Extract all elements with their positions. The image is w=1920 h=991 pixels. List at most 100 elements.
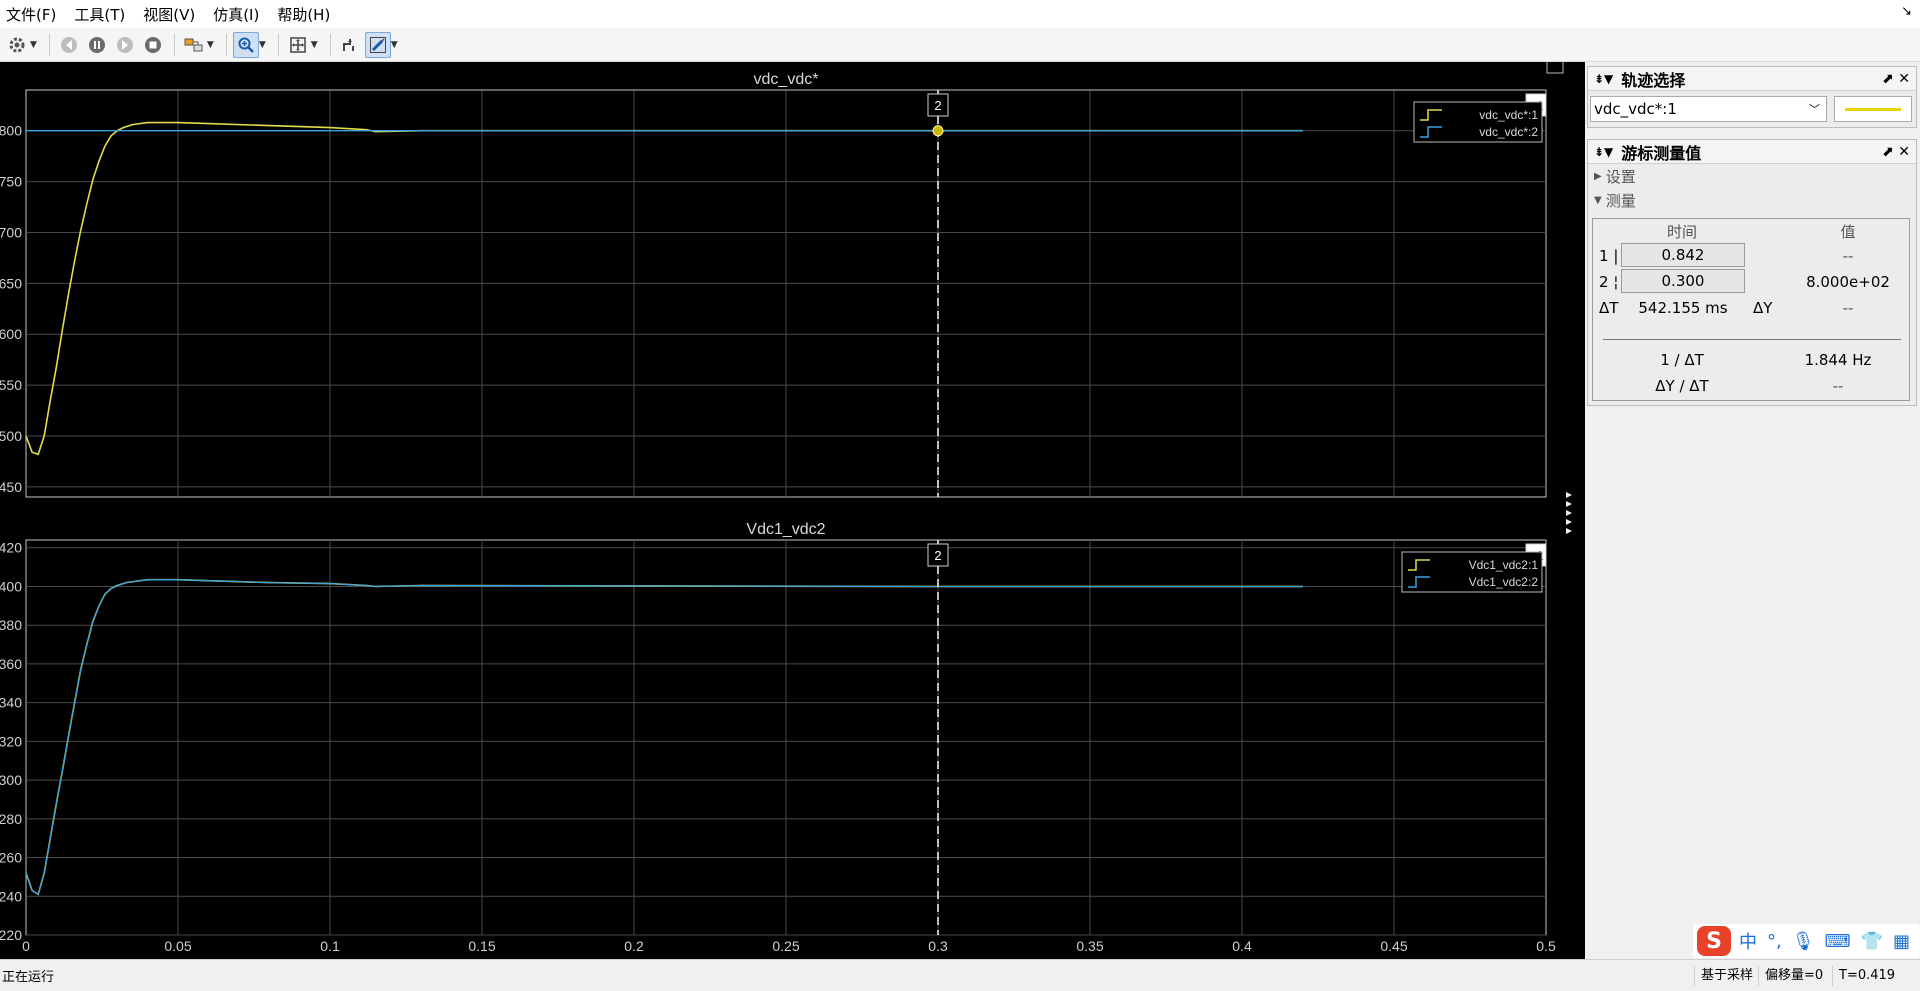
pin-collapse-icon[interactable]: ⇟▼ bbox=[1594, 72, 1613, 86]
x-tick-label: 0 bbox=[22, 938, 30, 954]
toolbar: ▼ ▼ ▼ ▼ ▼ bbox=[0, 28, 1920, 62]
keyboard-icon[interactable]: ⌨ bbox=[1825, 931, 1851, 952]
punctuation-icon[interactable]: °, bbox=[1767, 931, 1782, 952]
trace-select-dropdown[interactable]: vdc_vdc*:1 ﹀ bbox=[1590, 96, 1827, 122]
panel-controls: ⬈ ✕ bbox=[1882, 71, 1910, 87]
pause-icon bbox=[88, 36, 105, 53]
chevron-down-icon[interactable]: ▼ bbox=[207, 40, 214, 50]
chevron-down-icon[interactable]: ▼ bbox=[259, 40, 266, 50]
plot-title: vdc_vdc* bbox=[754, 71, 819, 88]
ime-toolbar[interactable]: S 中 °, 🎙 ⌨ 👕 ▦ bbox=[1693, 924, 1920, 958]
y-tick-label: 420 bbox=[0, 540, 22, 556]
panel-controls: ⬈ ✕ bbox=[1882, 144, 1910, 160]
y-tick-label: 240 bbox=[0, 888, 22, 904]
splitter-arrow bbox=[1566, 528, 1572, 534]
skin-shirt-icon[interactable]: 👕 bbox=[1861, 931, 1883, 952]
settings-section-toggle[interactable]: ▶ 设置 bbox=[1588, 164, 1916, 188]
highlight-block-button[interactable] bbox=[181, 32, 207, 58]
undock-icon[interactable]: ⬈ bbox=[1882, 71, 1894, 87]
scope-plot-area[interactable]: 800750700650600550500450vdc_vdc*21vdc_vd… bbox=[0, 60, 1585, 959]
trigger-button[interactable] bbox=[337, 32, 363, 58]
step-forward-button[interactable] bbox=[112, 32, 138, 58]
plot-title: Vdc1_vdc2 bbox=[746, 521, 825, 538]
y-tick-label: 380 bbox=[0, 617, 22, 633]
undock-icon[interactable]: ↘ bbox=[1901, 4, 1912, 19]
scope-canvas[interactable]: 800750700650600550500450vdc_vdc*21vdc_vd… bbox=[0, 60, 1585, 959]
col-value-header: 值 bbox=[1840, 223, 1856, 241]
zoom-button[interactable] bbox=[232, 31, 259, 58]
close-icon[interactable]: ✕ bbox=[1898, 71, 1910, 87]
status-sample-based: 基于采样 bbox=[1694, 966, 1753, 986]
splitter-arrow bbox=[1566, 510, 1572, 516]
menu-help[interactable]: 帮助(H) bbox=[277, 4, 330, 25]
menu-file[interactable]: 文件(F) bbox=[6, 4, 56, 25]
legend-label: Vdc1_vdc2:2 bbox=[1469, 575, 1539, 589]
legend-label: Vdc1_vdc2:1 bbox=[1469, 558, 1539, 572]
y-tick-label: 750 bbox=[0, 174, 22, 190]
delta-t-label: ΔT bbox=[1599, 299, 1619, 317]
status-bar: 正在运行 基于采样 偏移量=0 T=0.419 bbox=[0, 959, 1920, 991]
cursor-1-value: -- bbox=[1842, 247, 1854, 265]
trace-line-color bbox=[1845, 108, 1901, 111]
x-tick-label: 0.2 bbox=[624, 938, 644, 954]
menu-view[interactable]: 视图(V) bbox=[143, 4, 195, 25]
measurements-table: 时间 值 1 | 0.842 -- 2 ¦ 0.300 8.000e+02 ΔT… bbox=[1592, 218, 1910, 401]
toolbar-separator bbox=[48, 33, 50, 56]
undock-icon[interactable]: ⬈ bbox=[1882, 144, 1894, 160]
x-tick-label: 0.4 bbox=[1232, 938, 1252, 954]
trace-select-value: vdc_vdc*:1 bbox=[1594, 100, 1677, 118]
stop-button[interactable] bbox=[140, 32, 166, 58]
menu-simulation[interactable]: 仿真(I) bbox=[213, 4, 259, 25]
cursor-measurements-title: 游标测量值 bbox=[1621, 143, 1702, 163]
cursor-2-time-field[interactable]: 0.300 bbox=[1621, 269, 1745, 293]
delta-y-value: -- bbox=[1842, 299, 1854, 317]
fit-view-icon bbox=[290, 36, 306, 53]
restore-axes-icon bbox=[1546, 60, 1564, 74]
close-icon[interactable]: ✕ bbox=[1898, 144, 1910, 160]
cursor-1-label: 1 | bbox=[1599, 247, 1619, 265]
cursor-1-time-field[interactable]: 0.842 bbox=[1621, 243, 1745, 267]
legend-label: vdc_vdc*:2 bbox=[1479, 125, 1538, 139]
y-tick-label: 320 bbox=[0, 733, 22, 749]
chevron-down-icon[interactable]: ▼ bbox=[391, 40, 398, 50]
measure-section-label: 测量 bbox=[1605, 191, 1636, 210]
status-sim-time: T=0.419 bbox=[1832, 966, 1895, 986]
splitter-arrow bbox=[1566, 492, 1572, 498]
chevron-down-icon: ﹀ bbox=[1809, 103, 1820, 116]
settings-gear-button[interactable] bbox=[4, 32, 30, 58]
y-tick-label: 280 bbox=[0, 811, 22, 827]
inverse-delta-t-value: 1.844 Hz bbox=[1804, 351, 1872, 369]
chevron-down-icon[interactable]: ▼ bbox=[311, 40, 318, 50]
y-tick-label: 300 bbox=[0, 772, 22, 788]
y-tick-label: 650 bbox=[0, 275, 22, 291]
ime-chinese-mode[interactable]: 中 bbox=[1739, 928, 1757, 954]
cursor-measurements-panel: ⇟▼ 游标测量值 ⬈ ✕ ▶ 设置 ▼ 测量 时间 值 1 | 0.842 --… bbox=[1587, 139, 1917, 406]
menu-tools[interactable]: 工具(T) bbox=[74, 4, 125, 25]
pause-button[interactable] bbox=[84, 32, 110, 58]
x-tick-label: 0.5 bbox=[1536, 938, 1556, 954]
toolbar-separator bbox=[173, 33, 175, 56]
chevron-down-icon[interactable]: ▼ bbox=[30, 40, 37, 50]
divider bbox=[1603, 339, 1901, 340]
fit-to-view-button[interactable] bbox=[285, 32, 311, 58]
sogou-logo-icon[interactable]: S bbox=[1697, 926, 1731, 956]
trace-line-style-swatch[interactable] bbox=[1834, 96, 1912, 122]
apps-grid-icon[interactable]: ▦ bbox=[1893, 931, 1910, 952]
x-tick-label: 0.45 bbox=[1380, 938, 1407, 954]
cursor-measurement-button[interactable] bbox=[364, 31, 391, 58]
delta-t-value: 542.155 ms bbox=[1638, 299, 1728, 317]
pin-collapse-icon[interactable]: ⇟▼ bbox=[1594, 145, 1613, 159]
measure-section-toggle[interactable]: ▼ 测量 bbox=[1588, 188, 1916, 212]
status-running: 正在运行 bbox=[2, 970, 55, 985]
y-tick-label: 450 bbox=[0, 479, 22, 495]
microphone-icon[interactable]: 🎙 bbox=[1792, 931, 1815, 952]
x-tick-label: 0.25 bbox=[772, 938, 799, 954]
x-tick-label: 0.05 bbox=[164, 938, 191, 954]
menu-bar: 文件(F) 工具(T) 视图(V) 仿真(I) 帮助(H) ↘ bbox=[0, 0, 1920, 28]
y-tick-label: 700 bbox=[0, 224, 22, 240]
cursor-marker bbox=[932, 125, 944, 137]
step-back-button[interactable] bbox=[56, 32, 82, 58]
trace-selection-header: ⇟▼ 轨迹选择 ⬈ ✕ bbox=[1588, 67, 1916, 91]
splitter-handle-icon bbox=[1566, 492, 1572, 534]
stop-icon bbox=[144, 36, 161, 53]
